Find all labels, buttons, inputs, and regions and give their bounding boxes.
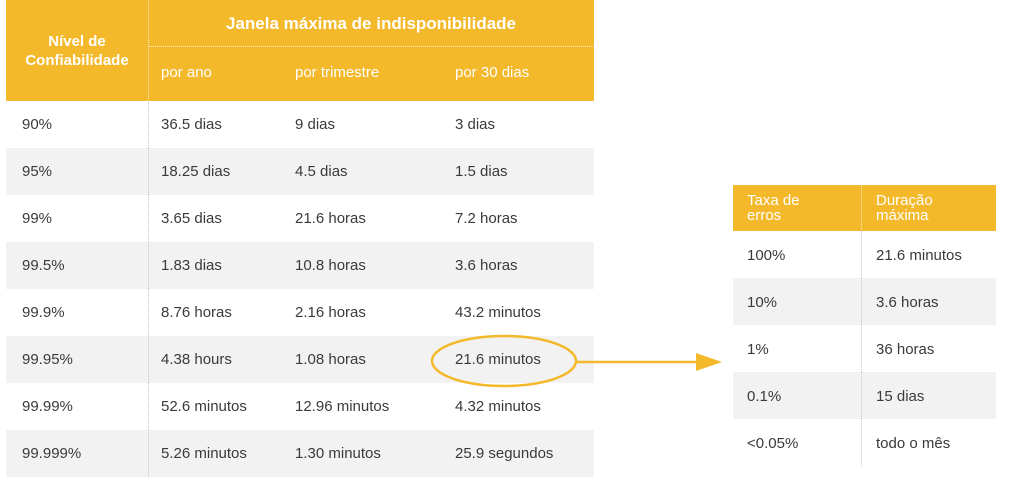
cell-per-30-days: 3.6 horas (455, 257, 518, 274)
cell-per-30-days: 1.5 dias (455, 163, 508, 180)
cell-error-rate: 100% (747, 247, 786, 264)
cell-max-duration: todo o mês (876, 435, 951, 452)
table-row: 1% 36 horas (733, 325, 996, 372)
cell-level: 99.99% (22, 398, 73, 415)
header-max-downtime-window: Janela máxima de indisponibilidade (225, 14, 517, 33)
table-row: 10% 3.6 horas (733, 278, 996, 325)
cell-per-30-days: 43.2 minutos (455, 304, 541, 321)
cell-level: 99% (22, 210, 53, 227)
cell-per-quarter: 21.6 horas (295, 210, 366, 227)
cell-per-30-days: 7.2 horas (455, 210, 518, 227)
cell-per-year: 18.25 dias (161, 163, 231, 180)
table-row: 99.5% 1.83 dias 10.8 horas 3.6 horas (6, 242, 594, 289)
header-error-rate: Taxa de erros (747, 192, 800, 224)
cell-per-30-days: 21.6 minutos (455, 351, 541, 368)
cell-per-quarter: 1.30 minutos (295, 445, 381, 462)
arrow-head-icon (696, 353, 722, 371)
cell-per-quarter: 4.5 dias (295, 163, 348, 180)
cell-per-year: 1.83 dias (161, 257, 222, 274)
header-reliability-level: Nível de Confiabilidade (25, 33, 129, 69)
table-row: 0.1% 15 dias (733, 372, 996, 419)
availability-table-header: Nível de Confiabilidade Janela máxima de… (6, 0, 594, 101)
cell-level: 90% (22, 116, 53, 133)
cell-per-30-days: 3 dias (455, 116, 496, 133)
cell-level: 99.5% (22, 257, 65, 274)
header-divider (148, 46, 594, 47)
header-per-quarter: por trimestre (295, 64, 380, 81)
table-row: 99% 3.65 dias 21.6 horas 7.2 horas (6, 195, 594, 242)
cell-per-year: 36.5 dias (161, 116, 222, 133)
cell-level: 99.95% (22, 351, 73, 368)
cell-level: 95% (22, 163, 53, 180)
table-row: 99.99% 52.6 minutos 12.96 minutos 4.32 m… (6, 383, 594, 430)
cell-per-quarter: 9 dias (295, 116, 336, 133)
cell-per-year: 52.6 minutos (161, 398, 247, 415)
cell-per-quarter: 2.16 horas (295, 304, 366, 321)
header-divider (861, 185, 862, 231)
error-rate-table: Taxa de erros Duração máxima 100% 21.6 m… (733, 185, 996, 466)
cell-per-30-days: 25.9 segundos (455, 445, 554, 462)
cell-max-duration: 15 dias (876, 388, 925, 405)
cell-per-year: 3.65 dias (161, 210, 222, 227)
cell-max-duration: 36 horas (876, 341, 935, 358)
table-row: 100% 21.6 minutos (733, 231, 996, 278)
cell-error-rate: 10% (747, 294, 778, 311)
table-row: 95% 18.25 dias 4.5 dias 1.5 dias (6, 148, 594, 195)
cell-per-quarter: 12.96 minutos (295, 398, 390, 415)
cell-error-rate: 1% (747, 341, 769, 358)
table-row: 99.95% 4.38 hours 1.08 horas 21.6 minuto… (6, 336, 594, 383)
cell-level: 99.999% (22, 445, 82, 462)
cell-max-duration: 3.6 horas (876, 294, 939, 311)
cell-per-year: 5.26 minutos (161, 445, 247, 462)
cell-per-quarter: 1.08 horas (295, 351, 366, 368)
cell-level: 99.9% (22, 304, 65, 321)
availability-table: Nível de Confiabilidade Janela máxima de… (6, 0, 594, 477)
cell-error-rate: <0.05% (747, 435, 799, 452)
cell-per-quarter: 10.8 horas (295, 257, 366, 274)
error-rate-table-header: Taxa de erros Duração máxima (733, 185, 996, 231)
cell-error-rate: 0.1% (747, 388, 782, 405)
header-per-year: por ano (161, 64, 212, 81)
header-per-30-days: por 30 dias (455, 64, 530, 81)
table-row: 90% 36.5 dias 9 dias 3 dias (6, 101, 594, 148)
cell-per-year: 4.38 hours (161, 351, 232, 368)
header-max-duration: Duração máxima (876, 192, 933, 224)
cell-per-30-days: 4.32 minutos (455, 398, 541, 415)
table-row: <0.05% todo o mês (733, 419, 996, 466)
availability-table-body: 90% 36.5 dias 9 dias 3 dias 95% 18.25 di… (6, 101, 594, 477)
table-row: 99.999% 5.26 minutos 1.30 minutos 25.9 s… (6, 430, 594, 477)
table-row: 99.9% 8.76 horas 2.16 horas 43.2 minutos (6, 289, 594, 336)
cell-max-duration: 21.6 minutos (876, 247, 962, 264)
cell-per-year: 8.76 horas (161, 304, 232, 321)
